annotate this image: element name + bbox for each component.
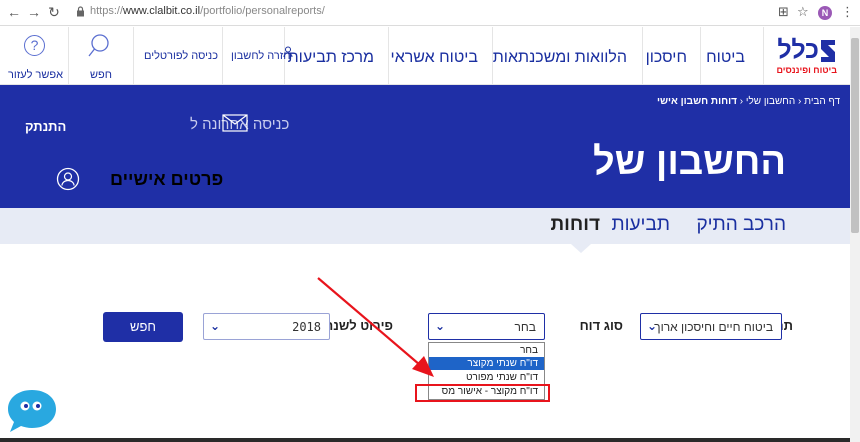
scrollbar-thumb[interactable] — [851, 38, 859, 233]
chat-bubble-icon[interactable] — [6, 386, 58, 434]
page: ← → ↻ https://www.clalbit.co.il/portfoli… — [0, 0, 860, 442]
annotation-arrow-icon — [317, 277, 434, 377]
taskbar-strip — [0, 438, 850, 442]
